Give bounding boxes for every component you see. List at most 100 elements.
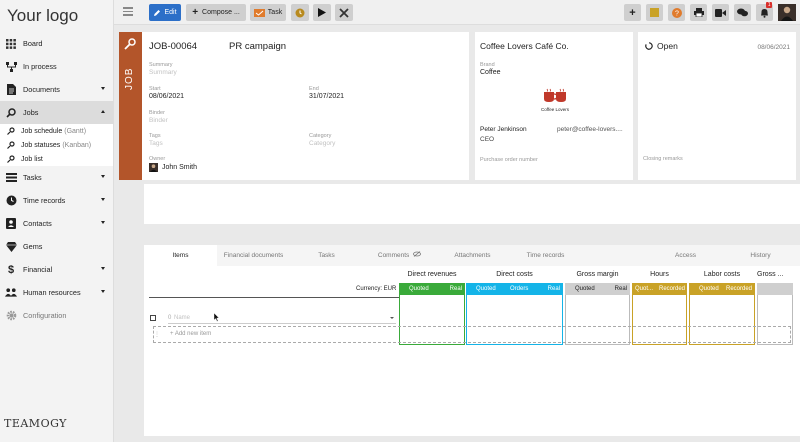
client-name[interactable]: Coffee Lovers Café Co. [480, 41, 569, 51]
sidebar-item-job-schedule[interactable]: Job schedule (Gantt) [0, 124, 113, 138]
document-icon [5, 84, 17, 95]
tab-items[interactable]: Items [144, 245, 217, 266]
user-avatar[interactable] [778, 4, 796, 21]
start-date-field[interactable]: 08/06/2021 [149, 93, 184, 100]
notification-count: 1 [766, 2, 772, 8]
jobs-icon [7, 155, 15, 163]
revenues-subheader: Quoted Real [399, 283, 465, 295]
edit-button[interactable]: Edit [149, 4, 181, 21]
help-button[interactable]: ? [668, 4, 685, 21]
gear-icon [5, 310, 17, 321]
quantity-field[interactable]: 0 [168, 315, 171, 321]
sidebar-item-label: Board [23, 39, 43, 48]
hours-subheader: Quot... Recorded [632, 283, 687, 295]
chevron-up-icon [101, 110, 105, 113]
sidebar-item-board[interactable]: Board [0, 32, 113, 55]
row-checkbox[interactable] [150, 315, 156, 321]
jobs-icon [5, 107, 17, 118]
notifications-button[interactable]: 1 [756, 2, 773, 21]
job-code[interactable]: JOB-00064 [149, 41, 197, 52]
contact-name[interactable]: Peter Jenkinson [480, 126, 527, 133]
chevron-down-icon [101, 87, 105, 90]
plus-icon: + [192, 7, 199, 18]
gross-extra-subheader [757, 283, 793, 295]
print-button[interactable] [690, 4, 707, 21]
sidebar-item-jobs[interactable]: Jobs [0, 101, 113, 124]
mouse-cursor-icon [214, 313, 220, 322]
owner-field[interactable]: John Smith [149, 163, 197, 172]
sidebar-item-gems[interactable]: Gems [0, 235, 113, 258]
sidebar-item-tasks[interactable]: Tasks [0, 166, 113, 189]
contacts-icon [5, 218, 17, 229]
chevron-down-icon[interactable] [390, 317, 394, 319]
group-labor-costs: Labor costs [703, 271, 741, 278]
category-field[interactable]: Category [309, 140, 335, 147]
timer-button[interactable] [291, 4, 309, 21]
hamburger-icon[interactable] [123, 7, 133, 16]
tags-label: Tags [149, 133, 161, 139]
sidebar-item-contacts[interactable]: Contacts [0, 212, 113, 235]
end-date-field[interactable]: 31/07/2021 [309, 93, 344, 100]
binder-field[interactable]: Binder [149, 117, 168, 124]
tab-tasks[interactable]: Tasks [290, 245, 363, 266]
contact-email[interactable]: peter@coffee-lovers.... [557, 126, 623, 133]
help-icon: ? [671, 7, 682, 18]
note-icon [650, 8, 659, 17]
end-label: End [309, 86, 319, 92]
video-button[interactable] [712, 4, 729, 21]
tab-comments[interactable]: Comments [363, 245, 436, 266]
tags-field[interactable]: Tags [149, 140, 163, 147]
notes-button[interactable] [646, 4, 663, 21]
sidebar-item-financial[interactable]: $ Financial [0, 258, 113, 281]
tab-time-records[interactable]: Time records [509, 245, 582, 266]
sidebar-item-documents[interactable]: Documents [0, 78, 113, 101]
play-button[interactable] [313, 4, 331, 21]
sidebar-item-human-resources[interactable]: Human resources [0, 281, 113, 304]
status-field[interactable]: Open [645, 41, 678, 51]
chat-button[interactable] [734, 4, 751, 21]
top-toolbar: Edit + Compose ... Task + ? 1 [114, 0, 800, 25]
group-gross-extra: Gross ... [757, 271, 784, 278]
plus-icon: + [629, 6, 636, 19]
labor-subheader: Quoted Recorded [689, 283, 755, 295]
sidebar-item-configuration[interactable]: Configuration [0, 304, 113, 327]
add-item-row[interactable]: + Add new item [153, 326, 791, 343]
name-underline [168, 323, 396, 324]
brand-value[interactable]: Coffee [480, 69, 501, 76]
group-gross-margin: Gross margin [576, 271, 619, 278]
tab-history[interactable]: History [724, 245, 797, 266]
add-button[interactable]: + [624, 4, 641, 21]
eye-slash-icon [413, 251, 422, 257]
sidebar-item-time-records[interactable]: Time records [0, 189, 113, 212]
client-logo: Coffee Lovers [535, 88, 575, 112]
tab-attachments[interactable]: Attachments [436, 245, 509, 266]
sidebar-item-in-process[interactable]: In process [0, 55, 113, 78]
chevron-down-icon [101, 267, 105, 270]
tasks-icon [5, 172, 17, 183]
drag-handle-icon[interactable]: ⋮ [154, 331, 160, 338]
job-strip-label: JOB [124, 67, 135, 90]
nav-menu: Board In process Documents Jobs [0, 32, 113, 124]
dollar-icon: $ [7, 263, 15, 276]
job-name[interactable]: PR campaign [229, 41, 286, 52]
client-card: Coffee Lovers Café Co. Brand Coffee Coff… [475, 32, 633, 180]
compose-button[interactable]: + Compose ... [186, 4, 246, 21]
item-name-field[interactable]: Name [174, 315, 190, 321]
chevron-down-icon [101, 290, 105, 293]
app-logo[interactable]: Your logo [0, 0, 113, 32]
job-strip: JOB [119, 32, 142, 180]
task-button[interactable]: Task [250, 4, 286, 21]
sidebar-item-job-list[interactable]: Job list [0, 152, 113, 166]
summary-field[interactable]: Summary [149, 69, 177, 76]
grid-icon [5, 38, 17, 49]
sidebar-item-label: Jobs [23, 108, 39, 117]
status-card: Open 08/06/2021 Closing remarks [638, 32, 796, 180]
brand-mark: TEAMOGY [4, 417, 67, 430]
tools-button[interactable] [335, 4, 353, 21]
tab-financial-documents[interactable]: Financial documents [217, 245, 290, 266]
bell-icon [761, 8, 768, 18]
tab-access[interactable]: Access [649, 245, 722, 266]
closing-remarks-label: Closing remarks [643, 156, 683, 162]
sidebar-item-job-statuses[interactable]: Job statuses (Kanban) [0, 138, 113, 152]
avatar-icon [778, 4, 796, 21]
